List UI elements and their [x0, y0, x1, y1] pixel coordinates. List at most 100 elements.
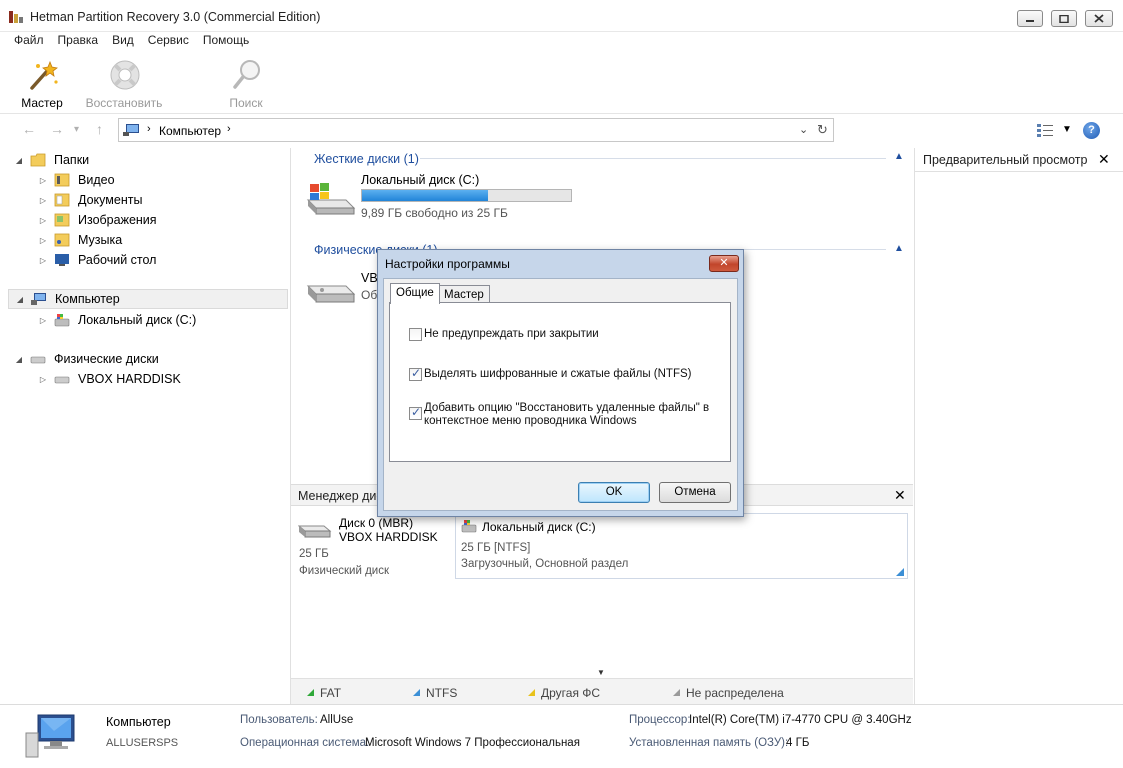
- expand-triangle-icon[interactable]: ▷: [38, 196, 48, 205]
- disk-usage-fill: [362, 190, 489, 201]
- no-warn-on-close-checkbox[interactable]: [409, 328, 422, 341]
- breadcrumb-computer[interactable]: Компьютер: [159, 124, 221, 138]
- address-dropdown-icon[interactable]: ⌄: [799, 123, 808, 136]
- fat-marker-icon: [307, 689, 314, 696]
- wizard-button[interactable]: Мастер: [2, 54, 82, 112]
- hard-disks-header[interactable]: Жесткие диски (1): [314, 152, 419, 166]
- search-button[interactable]: Поиск: [206, 54, 286, 112]
- search-label: Поиск: [229, 96, 263, 110]
- cancel-button[interactable]: Отмена: [659, 482, 731, 503]
- disk0-label[interactable]: Диск 0 (MBR): [339, 516, 413, 530]
- minimize-button[interactable]: [1017, 10, 1043, 27]
- breadcrumb-separator-icon[interactable]: ›: [147, 123, 151, 135]
- menu-bar: Файл Правка Вид Сервис Помощь: [0, 32, 1123, 50]
- status-value-user: AllUse: [320, 714, 354, 726]
- highlight-encrypted-checkbox[interactable]: [409, 366, 422, 381]
- local-disk-tile[interactable]: [306, 178, 356, 221]
- preview-title: Предварительный просмотр: [923, 153, 1088, 167]
- tree-computer[interactable]: ◢ Компьютер: [8, 289, 288, 309]
- toolbar: Мастер Восстановить Поиск: [0, 50, 1123, 114]
- disk0-type: Физический диск: [299, 565, 389, 577]
- ok-button[interactable]: OK: [578, 482, 650, 503]
- collapse-chevron-icon[interactable]: ▲: [894, 151, 904, 162]
- disk-free-space: 9,89 ГБ свободно из 25 ГБ: [361, 206, 508, 220]
- expand-triangle-icon[interactable]: ▷: [38, 236, 48, 245]
- refresh-icon[interactable]: ↻: [812, 118, 834, 142]
- app-icon: [8, 9, 24, 25]
- collapse-triangle-icon[interactable]: ◢: [14, 156, 24, 165]
- restore-button[interactable]: Восстановить: [84, 54, 164, 112]
- collapse-chevron-icon[interactable]: ▲: [894, 243, 904, 254]
- tree-music[interactable]: ▷ Музыка: [38, 230, 122, 250]
- breadcrumb-chevron-icon[interactable]: ›: [227, 123, 231, 135]
- tree-label: Видео: [78, 173, 115, 187]
- expand-triangle-icon[interactable]: ▷: [38, 256, 48, 265]
- menu-edit[interactable]: Правка: [51, 32, 106, 50]
- magnifier-icon: [233, 60, 260, 89]
- other-fs-marker-icon: [528, 689, 535, 696]
- expand-triangle-icon[interactable]: ▷: [38, 216, 48, 225]
- menu-view[interactable]: Вид: [105, 32, 141, 50]
- status-key-cpu: Процессор:: [629, 714, 691, 726]
- folder-icon: [30, 153, 46, 167]
- highlight-encrypted-label[interactable]: Выделять шифрованные и сжатые файлы (NTF…: [424, 368, 691, 381]
- forward-arrow-icon[interactable]: →: [50, 121, 64, 137]
- menu-help[interactable]: Помощь: [196, 32, 256, 50]
- close-icon: [1094, 14, 1104, 23]
- menu-service[interactable]: Сервис: [141, 32, 196, 50]
- help-icon[interactable]: ?: [1083, 122, 1100, 139]
- tree-images[interactable]: ▷ Изображения: [38, 210, 157, 230]
- hard-disk-icon: [54, 376, 70, 384]
- back-arrow-icon[interactable]: ←: [22, 121, 36, 137]
- close-button[interactable]: [1085, 10, 1113, 27]
- menu-file[interactable]: Файл: [7, 32, 51, 50]
- images-folder-icon: [54, 213, 70, 227]
- music-folder-icon: [54, 233, 70, 247]
- preview-close-icon[interactable]: ✕: [1098, 151, 1110, 168]
- legend-fat: FAT: [307, 686, 341, 700]
- disk-manager-close-icon[interactable]: ✕: [894, 487, 906, 504]
- resize-grip-icon[interactable]: ▼: [597, 668, 605, 677]
- maximize-button[interactable]: [1051, 10, 1077, 27]
- tree-folders[interactable]: ◢ Папки: [14, 150, 89, 170]
- expand-triangle-icon[interactable]: ▷: [38, 316, 48, 325]
- context-menu-option-label-line2[interactable]: контекстное меню проводника Windows: [424, 415, 637, 428]
- restore-label: Восстановить: [85, 96, 163, 110]
- hard-disk-icon: [306, 285, 356, 303]
- status-value-memory: 4 ГБ: [786, 737, 810, 749]
- collapse-triangle-icon[interactable]: ◢: [15, 295, 25, 304]
- physical-disk-tile[interactable]: [306, 276, 356, 311]
- legend-other: Другая ФС: [528, 686, 600, 700]
- up-arrow-icon[interactable]: ↑: [96, 121, 103, 137]
- context-menu-option-checkbox[interactable]: [409, 405, 422, 420]
- expand-triangle-icon[interactable]: ▷: [38, 375, 48, 384]
- partition-tile[interactable]: Локальный диск (C:) 25 ГБ [NTFS] Загрузо…: [455, 513, 908, 579]
- status-computer-name: Компьютер: [106, 715, 171, 729]
- tree-documents[interactable]: ▷ Документы: [38, 190, 143, 210]
- splitter[interactable]: [290, 148, 291, 704]
- tree-vbox-harddisk[interactable]: ▷ VBOX HARDDISK: [38, 369, 181, 389]
- tree-local-disk[interactable]: ▷ Локальный диск (C:): [38, 310, 196, 330]
- history-dropdown-icon[interactable]: ▾: [74, 124, 79, 135]
- view-mode-icon[interactable]: [1036, 122, 1054, 141]
- tree-physical-disks[interactable]: ◢ Физические диски: [14, 349, 159, 369]
- dialog-close-button[interactable]: ✕: [709, 255, 739, 272]
- no-warn-on-close-label[interactable]: Не предупреждать при закрытии: [424, 328, 599, 341]
- context-menu-option-label-line1[interactable]: Добавить опцию "Восстановить удаленные ф…: [424, 402, 709, 415]
- tree-desktop[interactable]: ▷ Рабочий стол: [38, 250, 157, 270]
- tree-video[interactable]: ▷ Видео: [38, 170, 115, 190]
- tab-general[interactable]: Общие: [390, 283, 440, 304]
- address-bar[interactable]: › Компьютер › ⌄: [118, 118, 834, 142]
- partition-desc: Загрузочный, Основной раздел: [461, 558, 629, 570]
- tree-label: Документы: [78, 193, 143, 207]
- expand-triangle-icon[interactable]: ▷: [38, 176, 48, 185]
- collapse-triangle-icon[interactable]: ◢: [14, 355, 24, 364]
- local-disk-icon: [54, 314, 70, 327]
- tree-label: Локальный диск (C:): [78, 313, 197, 327]
- local-disk-name[interactable]: Локальный диск (C:): [361, 173, 479, 187]
- settings-dialog: Настройки программы ✕ Общие Мастер Не пр…: [377, 249, 744, 517]
- status-value-cpu: Intel(R) Core(TM) i7-4770 CPU @ 3.40GHz: [689, 714, 912, 726]
- view-dropdown-icon[interactable]: ▼: [1062, 124, 1072, 135]
- disk-manager-title: Менеджер дис: [298, 489, 383, 503]
- vbox-desc-partial: Об: [361, 288, 378, 302]
